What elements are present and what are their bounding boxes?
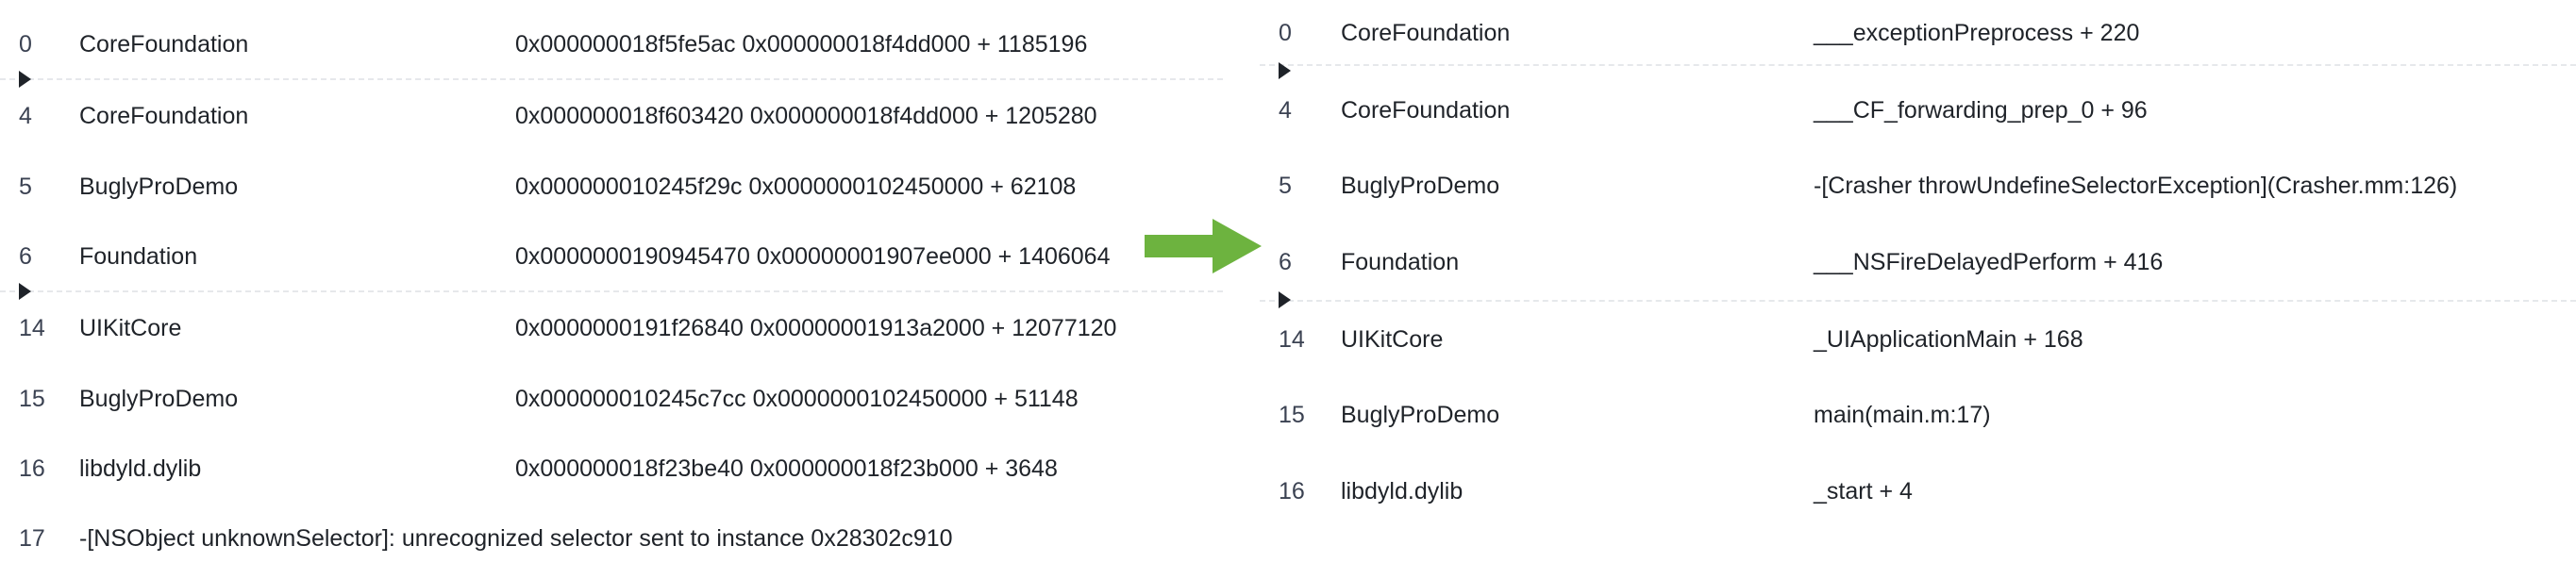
- caret-right-icon[interactable]: [1279, 291, 1291, 308]
- frame-module: CoreFoundation: [1341, 97, 1511, 124]
- collapsed-frames-divider: [1260, 300, 2576, 302]
- frame-address: 0x000000010245c7cc 0x0000000102450000 + …: [515, 386, 1079, 412]
- frame-symbol: ___exceptionPreprocess + 220: [1814, 20, 2140, 46]
- frame-module: libdyld.dylib: [1341, 478, 1464, 505]
- frame-module: CoreFoundation: [79, 31, 249, 58]
- frame-address: 0x000000018f603420 0x000000018f4dd000 + …: [515, 103, 1097, 129]
- frame-symbol: _start + 4: [1814, 478, 1913, 505]
- stack-frame-row: 14 UIKitCore 0x0000000191f26840 0x000000…: [0, 309, 1227, 347]
- frame-module: BuglyProDemo: [1341, 173, 1500, 199]
- frame-symbol: ___CF_forwarding_prep_0 + 96: [1814, 97, 2148, 124]
- frame-symbol: ___NSFireDelayedPerform + 416: [1814, 249, 2164, 275]
- stack-frame-row: 15 BuglyProDemo 0x000000010245c7cc 0x000…: [0, 380, 1227, 418]
- frame-index: 0: [19, 31, 32, 58]
- frame-module: libdyld.dylib: [79, 455, 202, 482]
- frame-module: Foundation: [1341, 249, 1460, 275]
- frame-module: BuglyProDemo: [79, 174, 239, 200]
- frame-symbol: _UIApplicationMain + 168: [1814, 326, 2083, 353]
- frame-address: 0x0000000191f26840 0x00000001913a2000 + …: [515, 315, 1117, 341]
- collapsed-frames-divider: [1260, 64, 2576, 66]
- stack-frame-row: 16 libdyld.dylib 0x000000018f23be40 0x00…: [0, 450, 1227, 488]
- frame-index: 0: [1279, 20, 1292, 46]
- collapsed-frames-divider: [0, 290, 1223, 292]
- frame-index: 16: [1279, 478, 1305, 505]
- collapsed-frames-divider: [0, 78, 1223, 80]
- frame-module: CoreFoundation: [1341, 20, 1511, 46]
- frame-index: 15: [19, 386, 45, 412]
- frame-index: 4: [19, 103, 32, 129]
- exception-reason: -[NSObject unknownSelector]: unrecognize…: [79, 525, 953, 552]
- caret-right-icon[interactable]: [19, 283, 31, 300]
- stack-frame-row: 0 CoreFoundation 0x000000018f5fe5ac 0x00…: [0, 25, 1227, 63]
- frame-index: 14: [19, 315, 45, 341]
- stack-frame-row: 4 CoreFoundation 0x000000018f603420 0x00…: [0, 97, 1227, 135]
- stack-frame-row: 16 libdyld.dylib _start + 4: [1260, 472, 2576, 510]
- frame-index: 17: [19, 525, 45, 552]
- frame-module: CoreFoundation: [79, 103, 249, 129]
- stack-frame-row: 4 CoreFoundation ___CF_forwarding_prep_0…: [1260, 91, 2576, 129]
- stack-frame-row: 6 Foundation ___NSFireDelayedPerform + 4…: [1260, 243, 2576, 281]
- frame-index: 5: [1279, 173, 1292, 199]
- stack-frame-row: 14 UIKitCore _UIApplicationMain + 168: [1260, 321, 2576, 358]
- stack-frame-row: 6 Foundation 0x0000000190945470 0x000000…: [0, 238, 1227, 275]
- exception-reason-row: 17 -[NSObject unknownSelector]: unrecogn…: [0, 520, 1227, 557]
- arrow-right-icon: [1145, 219, 1262, 273]
- caret-right-icon[interactable]: [19, 71, 31, 88]
- stack-frame-row: 15 BuglyProDemo main(main.m:17): [1260, 396, 2576, 434]
- caret-right-icon[interactable]: [1279, 62, 1291, 79]
- frame-index: 16: [19, 455, 45, 482]
- frame-module: BuglyProDemo: [1341, 402, 1500, 428]
- stack-frame-row: 5 BuglyProDemo -[Crasher throwUndefineSe…: [1260, 167, 2576, 205]
- frame-module: UIKitCore: [79, 315, 182, 341]
- frame-address: 0x000000010245f29c 0x0000000102450000 + …: [515, 174, 1077, 200]
- frame-index: 4: [1279, 97, 1292, 124]
- frame-module: UIKitCore: [1341, 326, 1444, 353]
- frame-index: 6: [19, 243, 32, 270]
- frame-index: 14: [1279, 326, 1305, 353]
- frame-module: BuglyProDemo: [79, 386, 239, 412]
- frame-index: 15: [1279, 402, 1305, 428]
- frame-symbol: main(main.m:17): [1814, 402, 1991, 428]
- stack-trace-comparison: 0 CoreFoundation 0x000000018f5fe5ac 0x00…: [0, 0, 2576, 579]
- frame-address: 0x000000018f5fe5ac 0x000000018f4dd000 + …: [515, 31, 1088, 58]
- stack-frame-row: 0 CoreFoundation ___exceptionPreprocess …: [1260, 14, 2576, 52]
- frame-address: 0x0000000190945470 0x00000001907ee000 + …: [515, 243, 1111, 270]
- frame-address: 0x000000018f23be40 0x000000018f23b000 + …: [515, 455, 1058, 482]
- frame-index: 6: [1279, 249, 1292, 275]
- stack-frame-row: 5 BuglyProDemo 0x000000010245f29c 0x0000…: [0, 168, 1227, 206]
- frame-index: 5: [19, 174, 32, 200]
- frame-module: Foundation: [79, 243, 198, 270]
- frame-symbol: -[Crasher throwUndefineSelectorException…: [1814, 173, 2458, 199]
